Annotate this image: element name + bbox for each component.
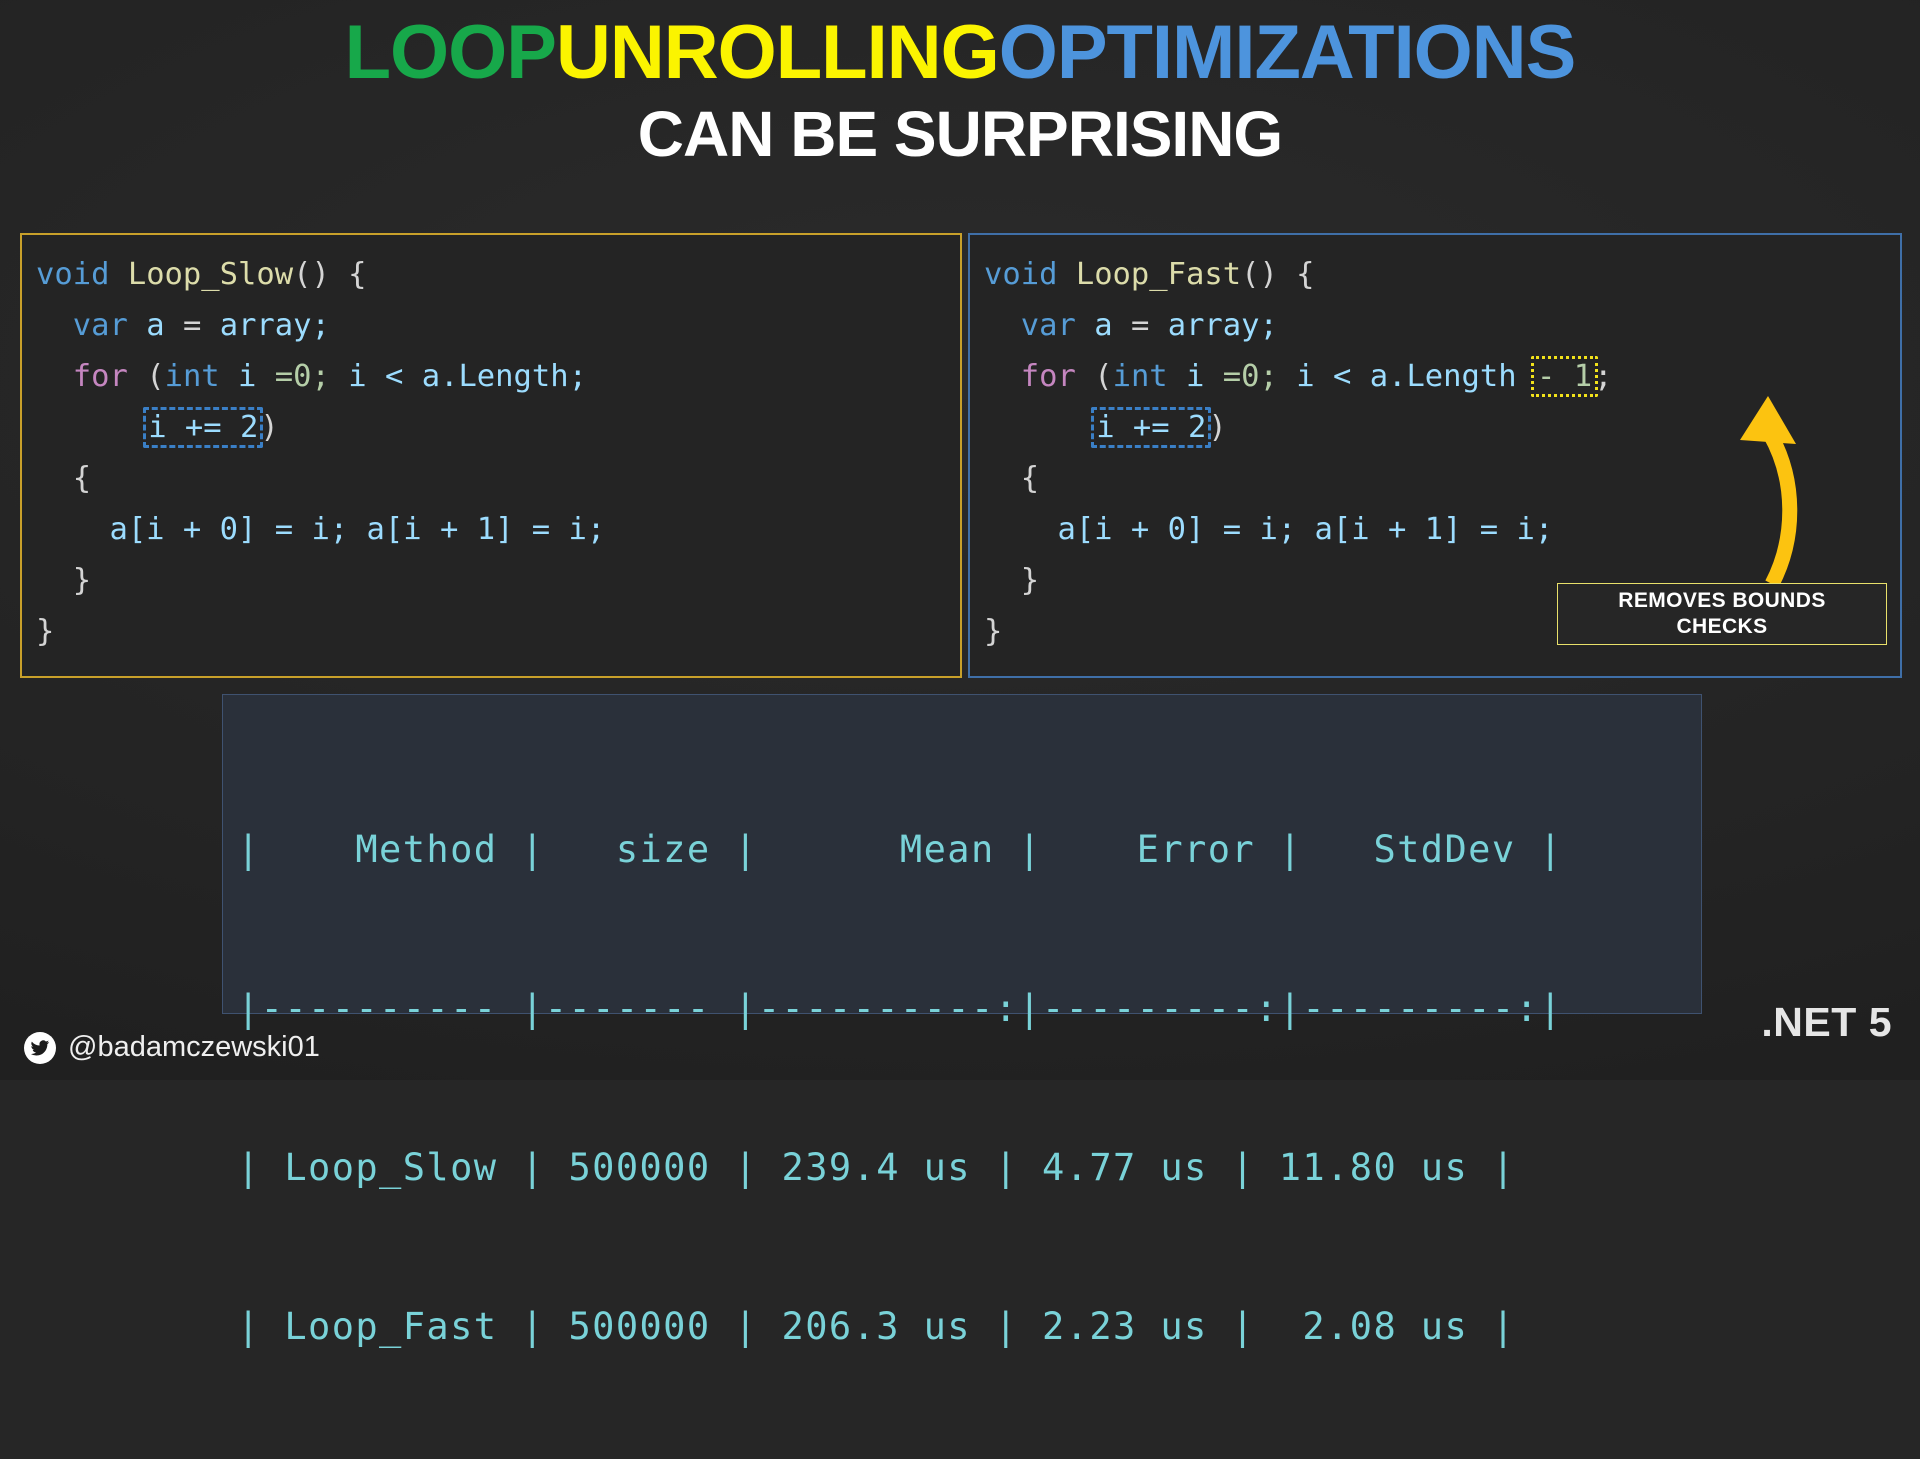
- highlight-increment-fast: i += 2: [1091, 407, 1212, 448]
- dotnet-version-badge: .NET 5: [1761, 999, 1892, 1045]
- token-var: var: [72, 308, 128, 343]
- code-panel-loop-slow: void Loop_Slow() { var a = array; for (i…: [20, 233, 962, 678]
- token-loop-body: a[i + 0] = i; a[i + 1] = i;: [1057, 512, 1554, 547]
- token-identifier-a: a: [1094, 308, 1113, 343]
- slide-title: LOOP UNROLLING OPTIMIZATIONS CAN BE SURP…: [0, 14, 1920, 167]
- token-open-brace: {: [72, 461, 92, 496]
- benchmark-results-table: | Method | size | Mean | Error | StdDev …: [222, 694, 1702, 1348]
- slide-canvas: LOOP UNROLLING OPTIMIZATIONS CAN BE SURP…: [0, 0, 1920, 1348]
- callout-removes-bounds-checks: REMOVES BOUNDS CHECKS: [1557, 583, 1887, 645]
- token-void: void: [36, 257, 110, 292]
- twitter-handle-footer: @badamczewski01: [24, 1031, 320, 1064]
- highlight-increment-slow: i += 2: [143, 407, 264, 448]
- twitter-handle-text: @badamczewski01: [68, 1031, 320, 1063]
- token-open-paren: (: [146, 359, 165, 394]
- token-var: var: [1020, 308, 1076, 343]
- title-line-2: CAN BE SURPRISING: [637, 97, 1283, 170]
- token-int: int: [1112, 359, 1168, 394]
- table-separator-row: |---------- |------- |----------:|------…: [237, 987, 1563, 1030]
- callout-line-2: CHECKS: [1676, 615, 1768, 638]
- table-header-row: | Method | size | Mean | Error | StdDev …: [237, 828, 1563, 871]
- token-open-brace: {: [1020, 461, 1040, 496]
- token-int: int: [164, 359, 220, 394]
- highlight-minus-one: - 1: [1531, 356, 1599, 397]
- token-init-zero: =0;: [274, 359, 330, 394]
- token-close-brace: }: [72, 563, 92, 598]
- token-end-brace: }: [984, 614, 1003, 649]
- title-word-optimizations: OPTIMIZATIONS: [998, 10, 1577, 95]
- token-end-brace: }: [36, 614, 55, 649]
- token-identifier-a: a: [146, 308, 165, 343]
- token-loop-var: i: [1186, 359, 1205, 394]
- twitter-icon: [24, 1031, 56, 1064]
- token-array: array;: [1167, 308, 1278, 343]
- token-close-brace: }: [1020, 563, 1040, 598]
- token-loop-var: i: [238, 359, 257, 394]
- table-row: | Loop_Slow | 500000 | 239.4 us | 4.77 u…: [237, 1146, 1516, 1189]
- token-condition: i < a.Length: [1296, 359, 1517, 394]
- token-loop-body: a[i + 0] = i; a[i + 1] = i;: [109, 512, 606, 547]
- token-close-paren: ): [1208, 410, 1227, 445]
- title-word-unrolling: UNROLLING: [555, 10, 1000, 95]
- callout-line-1: REMOVES BOUNDS: [1618, 588, 1826, 612]
- token-assign: =: [1130, 308, 1150, 343]
- token-array: array;: [219, 308, 330, 343]
- token-condition: i < a.Length;: [348, 359, 587, 394]
- title-word-loop: LOOP: [344, 10, 557, 95]
- token-open-paren: (: [1094, 359, 1113, 394]
- token-void: void: [984, 257, 1058, 292]
- token-for: for: [72, 359, 128, 394]
- token-function-name: Loop_Fast: [1075, 257, 1242, 292]
- token-close-paren: ): [260, 410, 279, 445]
- token-semicolon: ;: [1594, 359, 1613, 394]
- token-function-name: Loop_Slow: [127, 257, 294, 292]
- token-init-zero: =0;: [1222, 359, 1278, 394]
- title-line-1: LOOP UNROLLING OPTIMIZATIONS: [0, 14, 1920, 92]
- token-parens: () {: [293, 257, 367, 292]
- token-parens: () {: [1241, 257, 1315, 292]
- table-row: | Loop_Fast | 500000 | 206.3 us | 2.23 u…: [237, 1305, 1516, 1348]
- token-assign: =: [182, 308, 202, 343]
- token-for: for: [1020, 359, 1076, 394]
